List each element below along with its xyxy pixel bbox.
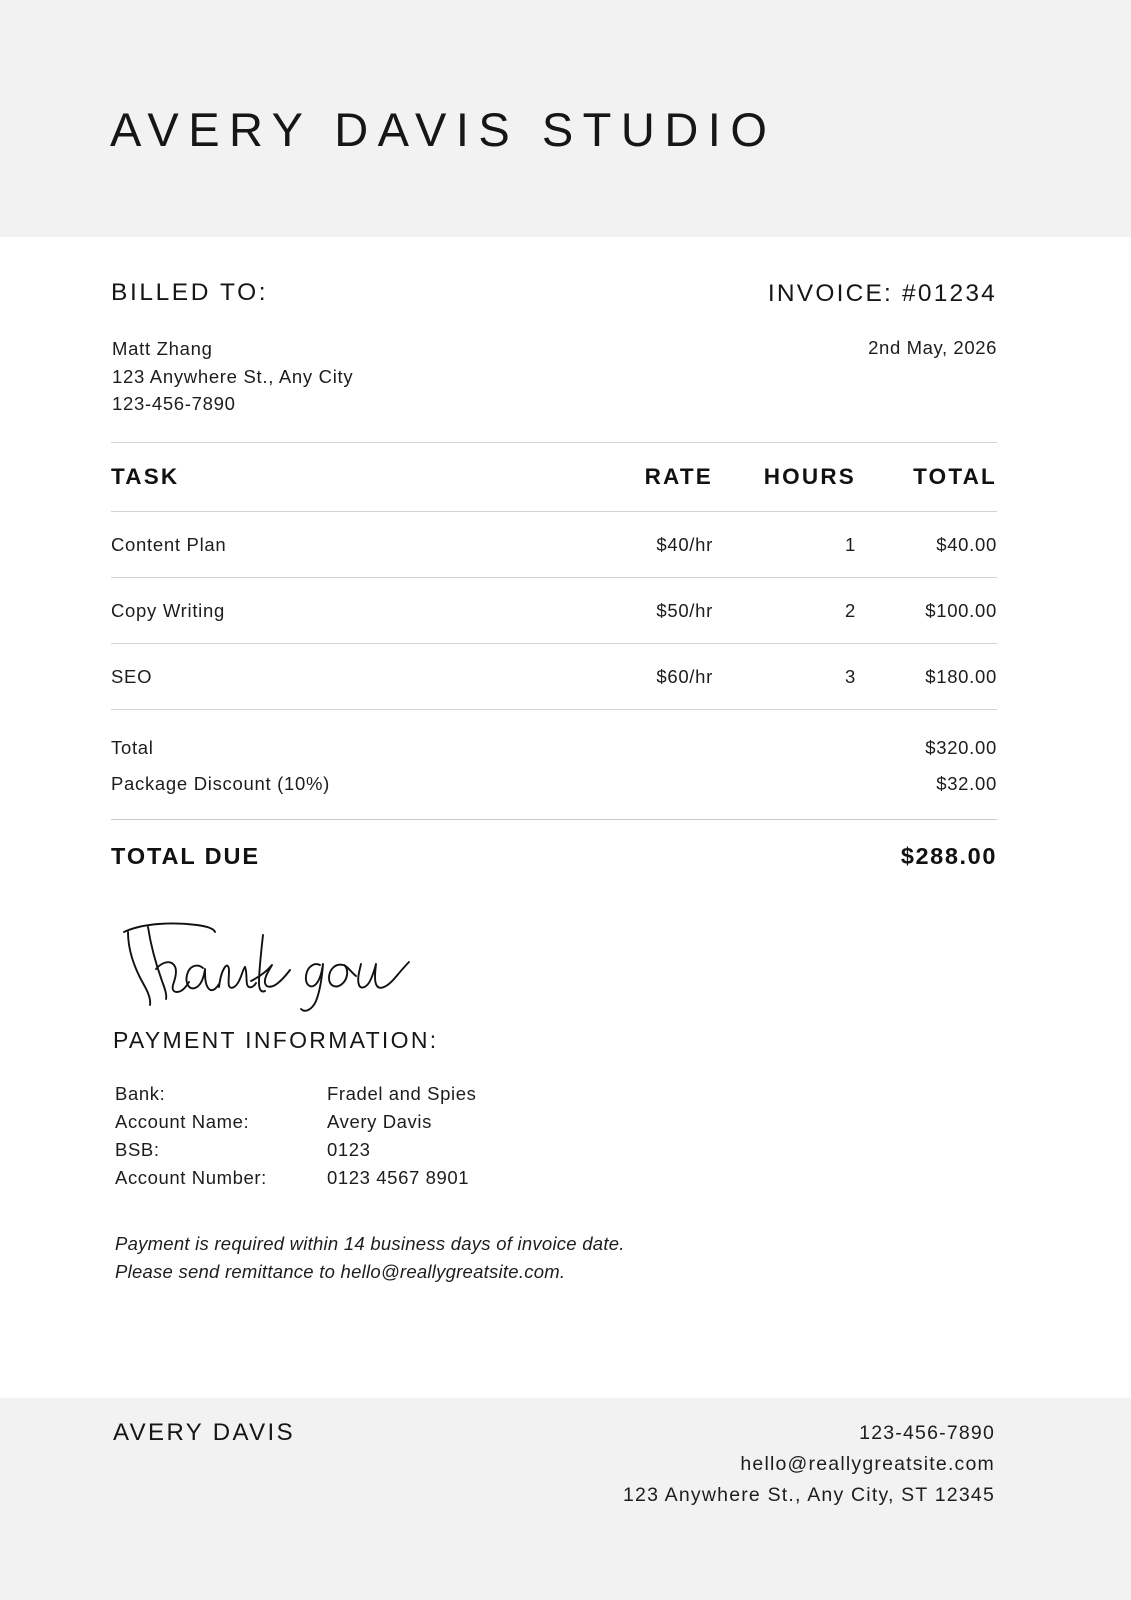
payment-key: Account Number: [115,1167,267,1188]
invoice-body: BILLED TO: Matt Zhang 123 Anywhere St., … [111,237,997,1286]
summary-block: Total $320.00 Package Discount (10%) $32… [111,710,997,819]
row-total: $40.00 [936,533,997,555]
summary-total-label: Total [111,737,154,758]
client-address: 123 Anywhere St., Any City [112,365,354,387]
payment-information-title: PAYMENT INFORMATION: [113,1027,439,1053]
payment-row: Account Number: 0123 4567 8901 [115,1167,476,1195]
footer-contact-details: 123-456-7890 hello@reallygreatsite.com 1… [623,1418,995,1511]
client-phone: 123-456-7890 [112,393,236,414]
footer-business-name: AVERY DAVIS [113,1419,296,1446]
payment-key: Account Name: [115,1111,250,1132]
summary-spacer [111,802,997,819]
invoice-date: 2nd May, 2026 [868,337,997,358]
thank-you-script [115,915,415,1015]
invoice-number: INVOICE: #01234 [767,280,997,307]
summary-row-discount: Package Discount (10%) $32.00 [111,766,997,802]
table-row: SEO $60/hr 3 $180.00 [111,644,997,709]
footer-email: hello@reallygreatsite.com [740,1453,995,1475]
header-band: AVERY DAVIS STUDIO [0,0,1131,237]
column-header-total: TOTAL [913,464,997,489]
billed-to-details: Matt Zhang 123 Anywhere St., Any City 12… [112,335,353,418]
row-hours: 2 [845,599,856,621]
column-header-task: TASK [111,464,180,489]
payment-key: BSB: [115,1139,160,1160]
payment-value: Avery Davis [327,1111,432,1132]
row-hours: 3 [845,665,856,687]
payment-note-line-2: Please send remittance to hello@reallygr… [115,1261,566,1282]
total-due-row: TOTAL DUE $288.00 [111,820,997,893]
summary-total-value: $320.00 [925,737,997,758]
table-header-row: TASK RATE HOURS TOTAL [111,443,997,511]
total-due-value: $288.00 [900,843,997,869]
row-task: Copy Writing [111,599,225,621]
payment-note-line-1: Payment is required within 14 business d… [115,1233,625,1254]
payment-value: Fradel and Spies [327,1083,477,1104]
column-header-hours: HOURS [763,464,856,489]
billed-to-label: BILLED TO: [111,279,269,306]
payment-row: Account Name: Avery Davis [115,1111,476,1139]
row-rate: $40/hr [656,533,713,555]
row-total: $180.00 [925,665,997,687]
payment-row: Bank: Fradel and Spies [115,1083,476,1111]
thank-you-icon [123,922,410,1012]
summary-discount-value: $32.00 [936,773,997,794]
payment-value: 0123 [327,1139,371,1160]
row-rate: $60/hr [656,665,713,687]
payment-key: Bank: [115,1083,166,1104]
row-total: $100.00 [925,599,997,621]
line-items-table: TASK RATE HOURS TOTAL Content Plan $40/h… [111,442,997,893]
invoice-page: AVERY DAVIS STUDIO BILLED TO: Matt Zhang… [0,0,1131,1600]
column-header-rate: RATE [644,464,713,489]
payment-value: 0123 4567 8901 [327,1167,470,1188]
summary-row-total: Total $320.00 [111,730,997,766]
invoice-meta: BILLED TO: Matt Zhang 123 Anywhere St., … [111,237,997,442]
table-row: Content Plan $40/hr 1 $40.00 [111,512,997,577]
footer-band: AVERY DAVIS 123-456-7890 hello@reallygre… [0,1398,1131,1600]
total-due-label: TOTAL DUE [111,843,260,869]
row-hours: 1 [845,533,856,555]
row-task: Content Plan [111,533,227,555]
summary-discount-label: Package Discount (10%) [111,773,330,794]
payment-notes: Payment is required within 14 business d… [115,1230,997,1286]
payment-details-table: Bank: Fradel and Spies Account Name: Ave… [115,1083,476,1195]
page-title: AVERY DAVIS STUDIO [110,103,777,156]
client-name: Matt Zhang [112,338,213,359]
row-task: SEO [111,665,153,687]
table-row: Copy Writing $50/hr 2 $100.00 [111,578,997,643]
payment-row: BSB: 0123 [115,1139,476,1167]
row-rate: $50/hr [656,599,713,621]
footer-phone: 123-456-7890 [859,1422,995,1444]
footer-address: 123 Anywhere St., Any City, ST 12345 [622,1484,995,1506]
